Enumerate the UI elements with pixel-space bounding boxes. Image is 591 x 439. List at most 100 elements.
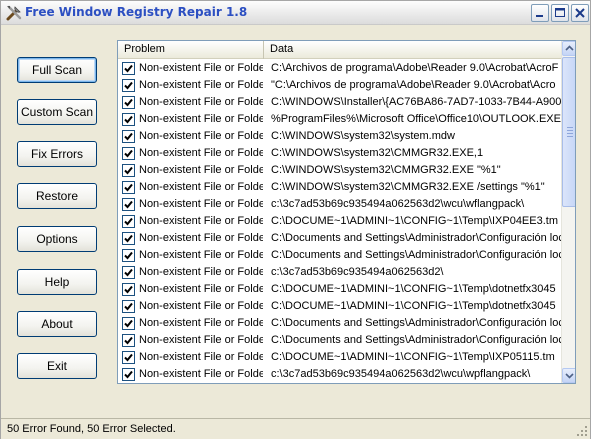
scroll-down-button[interactable] <box>562 368 575 383</box>
button-label: Full Scan <box>31 63 83 77</box>
list-body: Non-existent File or Folder C:\Archivos d… <box>118 60 561 383</box>
exit-button[interactable]: Exit <box>17 353 97 379</box>
problem-cell: Non-existent File or Folder <box>139 198 263 210</box>
row-checkbox[interactable] <box>122 266 135 279</box>
maximize-button[interactable] <box>551 4 569 22</box>
column-header-data[interactable]: Data <box>264 41 561 59</box>
data-cell: c:\3c7ad53b69c935494a062563d2\wcu\wpflan… <box>271 368 531 380</box>
maximize-icon <box>555 8 565 17</box>
checkmark-icon <box>124 64 133 73</box>
data-cell: C:\Documents and Settings\Administrador\… <box>271 317 561 329</box>
grip-line <box>567 133 573 134</box>
row-checkbox[interactable] <box>122 198 135 211</box>
row-checkbox[interactable] <box>122 181 135 194</box>
data-cell: C:\WINDOWS\Installer\{AC76BA86-7AD7-1033… <box>271 96 561 108</box>
problem-cell: Non-existent File or Folder <box>139 300 263 312</box>
table-row[interactable]: Non-existent File or Folder C:\Documents … <box>118 230 561 247</box>
row-checkbox[interactable] <box>122 317 135 330</box>
vertical-scrollbar[interactable] <box>561 41 575 383</box>
data-cell: C:\WINDOWS\system32\CMMGR32.EXE /setting… <box>271 181 545 193</box>
data-cell: c:\3c7ad53b69c935494a062563d2\wcu\wflang… <box>271 198 525 210</box>
table-row[interactable]: Non-existent File or Folder C:\WINDOWS\In… <box>118 94 561 111</box>
table-row[interactable]: Non-existent File or Folder c:\3c7ad53b69… <box>118 366 561 383</box>
table-row[interactable]: Non-existent File or Folder C:\WINDOWS\sy… <box>118 128 561 145</box>
table-row[interactable]: Non-existent File or Folder "C:\Archivos … <box>118 77 561 94</box>
table-row[interactable]: Non-existent File or Folder C:\DOCUME~1\A… <box>118 281 561 298</box>
fix-errors-button[interactable]: Fix Errors <box>17 141 97 167</box>
checkmark-icon <box>124 132 133 141</box>
table-row[interactable]: Non-existent File or Folder %ProgramFiles… <box>118 111 561 128</box>
row-checkbox[interactable] <box>122 283 135 296</box>
row-checkbox[interactable] <box>122 79 135 92</box>
resize-grip-icon[interactable] <box>576 425 588 437</box>
row-checkbox[interactable] <box>122 215 135 228</box>
tools-icon <box>6 5 22 21</box>
problem-cell: Non-existent File or Folder <box>139 130 263 142</box>
problem-cell: Non-existent File or Folder <box>139 164 263 176</box>
row-checkbox[interactable] <box>122 351 135 364</box>
row-checkbox[interactable] <box>122 334 135 347</box>
checkmark-icon <box>124 302 133 311</box>
error-list[interactable]: Problem Data Non-existent File or Folder… <box>117 40 576 384</box>
problem-cell: Non-existent File or Folder <box>139 266 263 278</box>
problem-cell: Non-existent File or Folder <box>139 181 263 193</box>
data-cell: C:\Documents and Settings\Administrador\… <box>271 232 561 244</box>
row-checkbox[interactable] <box>122 62 135 75</box>
about-button[interactable]: About <box>17 311 97 337</box>
button-label: Restore <box>35 189 79 203</box>
table-row[interactable]: Non-existent File or Folder C:\Archivos d… <box>118 60 561 77</box>
status-bar: 50 Error Found, 50 Error Selected. <box>1 418 590 439</box>
data-cell: C:\DOCUME~1\ADMINI~1\CONFIG~1\Temp\IXP04… <box>271 215 558 227</box>
data-cell: C:\Documents and Settings\Administrador\… <box>271 249 561 261</box>
table-row[interactable]: Non-existent File or Folder C:\WINDOWS\sy… <box>118 179 561 196</box>
column-header-problem[interactable]: Problem <box>118 41 264 59</box>
table-row[interactable]: Non-existent File or Folder C:\DOCUME~1\A… <box>118 213 561 230</box>
table-row[interactable]: Non-existent File or Folder C:\Documents … <box>118 247 561 264</box>
table-row[interactable]: Non-existent File or Folder C:\Documents … <box>118 315 561 332</box>
data-cell: %ProgramFiles%\Microsoft Office\Office10… <box>271 113 561 125</box>
grip-line <box>567 136 573 137</box>
table-row[interactable]: Non-existent File or Folder C:\WINDOWS\sy… <box>118 162 561 179</box>
checkmark-icon <box>124 353 133 362</box>
problem-cell: Non-existent File or Folder <box>139 62 263 74</box>
table-row[interactable]: Non-existent File or Folder C:\DOCUME~1\A… <box>118 298 561 315</box>
checkmark-icon <box>124 200 133 209</box>
row-checkbox[interactable] <box>122 164 135 177</box>
table-row[interactable]: Non-existent File or Folder C:\Documents … <box>118 332 561 349</box>
close-button[interactable] <box>571 4 589 22</box>
problem-cell: Non-existent File or Folder <box>139 249 263 261</box>
row-checkbox[interactable] <box>122 300 135 313</box>
app-window: Free Window Registry Repair 1.8 Full Sca… <box>0 0 591 439</box>
grip-line <box>567 130 573 131</box>
row-checkbox[interactable] <box>122 147 135 160</box>
row-checkbox[interactable] <box>122 130 135 143</box>
checkmark-icon <box>124 319 133 328</box>
row-checkbox[interactable] <box>122 249 135 262</box>
problem-cell: Non-existent File or Folder <box>139 368 263 380</box>
button-label: Help <box>44 275 70 289</box>
table-row[interactable]: Non-existent File or Folder c:\3c7ad53b69… <box>118 196 561 213</box>
row-checkbox[interactable] <box>122 368 135 381</box>
custom-scan-button[interactable]: Custom Scan <box>17 99 97 125</box>
chevron-down-icon <box>565 373 574 379</box>
checkmark-icon <box>124 149 133 158</box>
scrollbar-thumb[interactable] <box>562 57 575 207</box>
title-bar[interactable]: Free Window Registry Repair 1.8 <box>1 1 590 25</box>
table-row[interactable]: Non-existent File or Folder c:\3c7ad53b69… <box>118 264 561 281</box>
help-button[interactable]: Help <box>17 269 97 295</box>
data-cell: C:\Archivos de programa\Adobe\Reader 9.0… <box>271 62 559 74</box>
data-cell: C:\Documents and Settings\Administrador\… <box>271 334 561 346</box>
button-label: Exit <box>46 359 67 373</box>
row-checkbox[interactable] <box>122 96 135 109</box>
table-row[interactable]: Non-existent File or Folder C:\DOCUME~1\A… <box>118 349 561 366</box>
table-row[interactable]: Non-existent File or Folder C:\WINDOWS\sy… <box>118 145 561 162</box>
scroll-up-button[interactable] <box>562 41 575 56</box>
full-scan-button[interactable]: Full Scan <box>17 57 97 83</box>
row-checkbox[interactable] <box>122 113 135 126</box>
restore-button[interactable]: Restore <box>17 183 97 209</box>
row-checkbox[interactable] <box>122 232 135 245</box>
minimize-button[interactable] <box>531 4 549 22</box>
checkmark-icon <box>124 285 133 294</box>
button-label: Fix Errors <box>31 147 83 161</box>
options-button[interactable]: Options <box>17 226 97 252</box>
